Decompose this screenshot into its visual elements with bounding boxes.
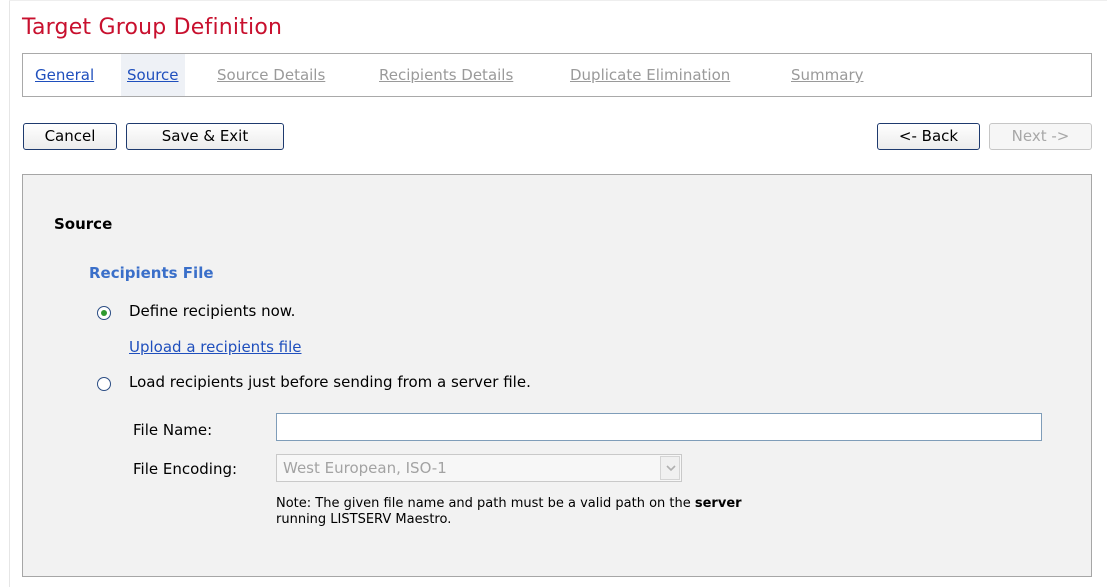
section-title: Source xyxy=(54,215,113,233)
cancel-button[interactable]: Cancel xyxy=(23,123,117,150)
back-button[interactable]: <- Back xyxy=(877,123,980,150)
step-recipients-details: Recipients Details xyxy=(379,66,514,84)
frame-left-edge xyxy=(9,0,10,587)
step-duplicate-elimination: Duplicate Elimination xyxy=(570,66,731,84)
step-general[interactable]: General xyxy=(29,54,100,96)
wizard-steps-bar: General Source Source Details Recipients… xyxy=(22,53,1092,97)
recipients-file-heading: Recipients File xyxy=(89,264,214,282)
note-emphasis: server xyxy=(694,496,742,511)
file-name-label: File Name: xyxy=(133,421,213,439)
file-encoding-label: File Encoding: xyxy=(133,460,238,478)
note-prefix: Note: The given file name and path must … xyxy=(276,496,695,511)
upload-recipients-link[interactable]: Upload a recipients file xyxy=(129,338,302,356)
step-source[interactable]: Source xyxy=(121,54,185,96)
define-recipients-label: Define recipients now. xyxy=(129,302,296,320)
file-encoding-value: West European, ISO-1 xyxy=(283,459,447,477)
next-button: Next -> xyxy=(989,123,1092,150)
step-source-details: Source Details xyxy=(217,66,326,84)
page-title: Target Group Definition xyxy=(22,15,283,40)
source-panel: Source Recipients File Define recipients… xyxy=(22,174,1092,577)
note-suffix: running LISTSERV Maestro. xyxy=(276,512,452,527)
file-name-input[interactable] xyxy=(276,413,1042,441)
step-summary: Summary xyxy=(791,66,864,84)
save-exit-button[interactable]: Save & Exit xyxy=(126,123,284,150)
load-from-server-radio[interactable] xyxy=(97,377,111,391)
define-recipients-radio[interactable] xyxy=(97,306,111,320)
chevron-down-icon xyxy=(660,456,680,480)
load-from-server-label: Load recipients just before sending from… xyxy=(129,373,531,391)
frame-top-edge xyxy=(9,0,1107,1)
server-path-note: Note: The given file name and path must … xyxy=(276,496,976,528)
file-encoding-select: West European, ISO-1 xyxy=(276,454,682,482)
